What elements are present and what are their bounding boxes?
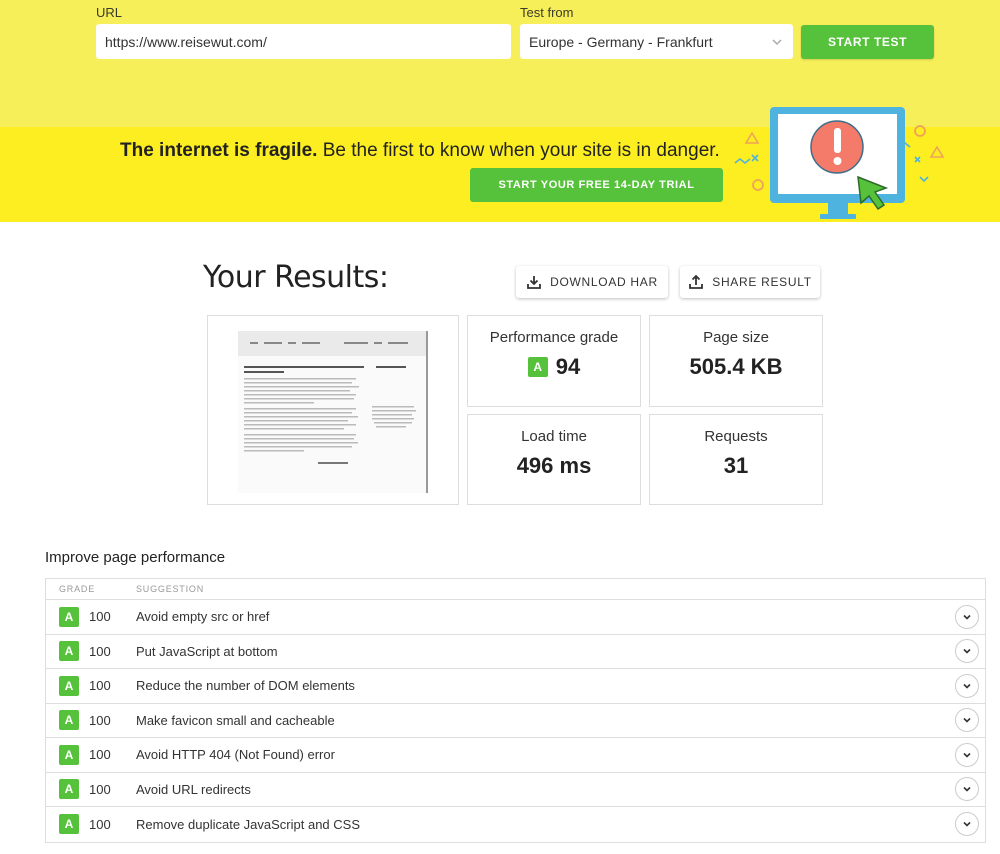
table-row[interactable]: A 100 Put JavaScript at bottom	[46, 635, 985, 669]
page-size-tile: Page size 505.4 KB	[649, 315, 823, 407]
performance-grade-value: 94	[555, 354, 581, 379]
load-time-value: 496 ms	[516, 453, 592, 478]
page-size-label: Page size	[703, 329, 769, 346]
suggestion-text: Put JavaScript at bottom	[136, 643, 278, 659]
test-location-value: Europe - Germany - Frankfurt	[529, 33, 713, 50]
monitor-alert-icon	[734, 107, 945, 219]
test-location-select[interactable]: Europe - Germany - Frankfurt	[520, 24, 793, 59]
expand-button[interactable]	[955, 639, 979, 664]
grade-badge: A	[59, 744, 79, 765]
suggestion-text: Avoid URL redirects	[136, 781, 251, 797]
expand-button[interactable]	[955, 708, 979, 733]
requests-value: 31	[723, 453, 749, 478]
test-from-label: Test from	[520, 5, 574, 20]
suggestion-text: Reduce the number of DOM elements	[136, 678, 355, 694]
screenshot-image	[238, 331, 428, 493]
load-time-tile: Load time 496 ms	[467, 414, 641, 505]
requests-label: Requests	[704, 428, 768, 445]
table-row[interactable]: A 100 Reduce the number of DOM elements	[46, 669, 985, 704]
page-size-value: 505.4 KB	[689, 354, 783, 379]
performance-grade-value-wrap: A 94	[468, 354, 640, 380]
start-test-button[interactable]: START TEST	[801, 25, 934, 59]
chevron-down-icon	[963, 787, 971, 792]
performance-grade-label: Performance grade	[489, 329, 619, 346]
suggestion-column-header: SUGGESTION	[136, 584, 205, 594]
results-title: Your Results:	[203, 260, 389, 295]
grade-badge: A	[59, 606, 79, 627]
suggestion-text: Make favicon small and cacheable	[136, 712, 335, 728]
expand-button[interactable]	[955, 812, 979, 837]
chevron-down-icon	[963, 718, 971, 723]
expand-button[interactable]	[955, 777, 979, 802]
suggestions-table: GRADE SUGGESTION A 100 Avoid empty src or …	[45, 578, 986, 843]
share-icon	[689, 274, 704, 289]
load-time-label: Load time	[521, 428, 587, 445]
grade-column-header: GRADE	[59, 584, 96, 594]
suggestion-text: Avoid HTTP 404 (Not Found) error	[136, 747, 335, 763]
free-trial-button[interactable]: START YOUR FREE 14-DAY TRIAL	[470, 168, 723, 202]
grade-badge: A	[59, 710, 79, 731]
suggestion-text: Avoid empty src or href	[136, 609, 270, 625]
url-label: URL	[96, 5, 123, 20]
score: 100	[89, 816, 111, 832]
score: 100	[89, 747, 111, 763]
grade-badge: A	[59, 675, 79, 696]
table-header: GRADE SUGGESTION	[46, 579, 985, 600]
score: 100	[89, 712, 111, 728]
expand-button[interactable]	[955, 604, 979, 629]
download-icon	[527, 276, 542, 289]
download-har-label: DOWNLOAD HAR	[550, 275, 658, 289]
banner-text: The internet is fragile. Be the first to…	[120, 140, 720, 162]
improve-title: Improve page performance	[45, 549, 226, 566]
chevron-down-icon	[963, 822, 971, 827]
page-screenshot-thumbnail	[207, 315, 459, 505]
grade-badge: A	[59, 779, 79, 800]
url-input[interactable]: https://www.reisewut.com/	[96, 24, 511, 59]
table-row[interactable]: A 100 Remove duplicate JavaScript and CSS	[46, 807, 985, 842]
score: 100	[89, 609, 111, 625]
grade-badge: A	[59, 814, 79, 835]
banner-bold-text: The internet is fragile.	[120, 140, 318, 161]
expand-button[interactable]	[955, 742, 979, 767]
score: 100	[89, 781, 111, 797]
table-row[interactable]: A 100 Make favicon small and cacheable	[46, 704, 985, 738]
chevron-down-icon	[963, 649, 971, 654]
expand-button[interactable]	[955, 673, 979, 698]
table-row[interactable]: A 100 Avoid URL redirects	[46, 773, 985, 807]
download-har-button[interactable]: DOWNLOAD HAR	[516, 266, 668, 298]
chevron-down-icon	[963, 752, 971, 758]
chevron-down-icon	[963, 683, 971, 689]
requests-tile: Requests 31	[649, 414, 823, 505]
score: 100	[89, 643, 111, 659]
score: 100	[89, 678, 111, 694]
suggestion-text: Remove duplicate JavaScript and CSS	[136, 816, 361, 832]
chevron-down-icon	[963, 614, 971, 620]
grade-badge: A	[59, 641, 79, 662]
share-result-button[interactable]: SHARE RESULT	[680, 266, 820, 298]
table-row[interactable]: A 100 Avoid empty src or href	[46, 600, 985, 635]
banner-rest-text: Be the first to know when your site is i…	[317, 140, 720, 161]
performance-grade-tile: Performance grade A 94	[467, 315, 641, 407]
grade-badge: A	[527, 357, 548, 377]
share-result-label: SHARE RESULT	[712, 275, 812, 289]
table-row[interactable]: A 100 Avoid HTTP 404 (Not Found) error	[46, 738, 985, 773]
chevron-down-icon	[772, 38, 782, 45]
